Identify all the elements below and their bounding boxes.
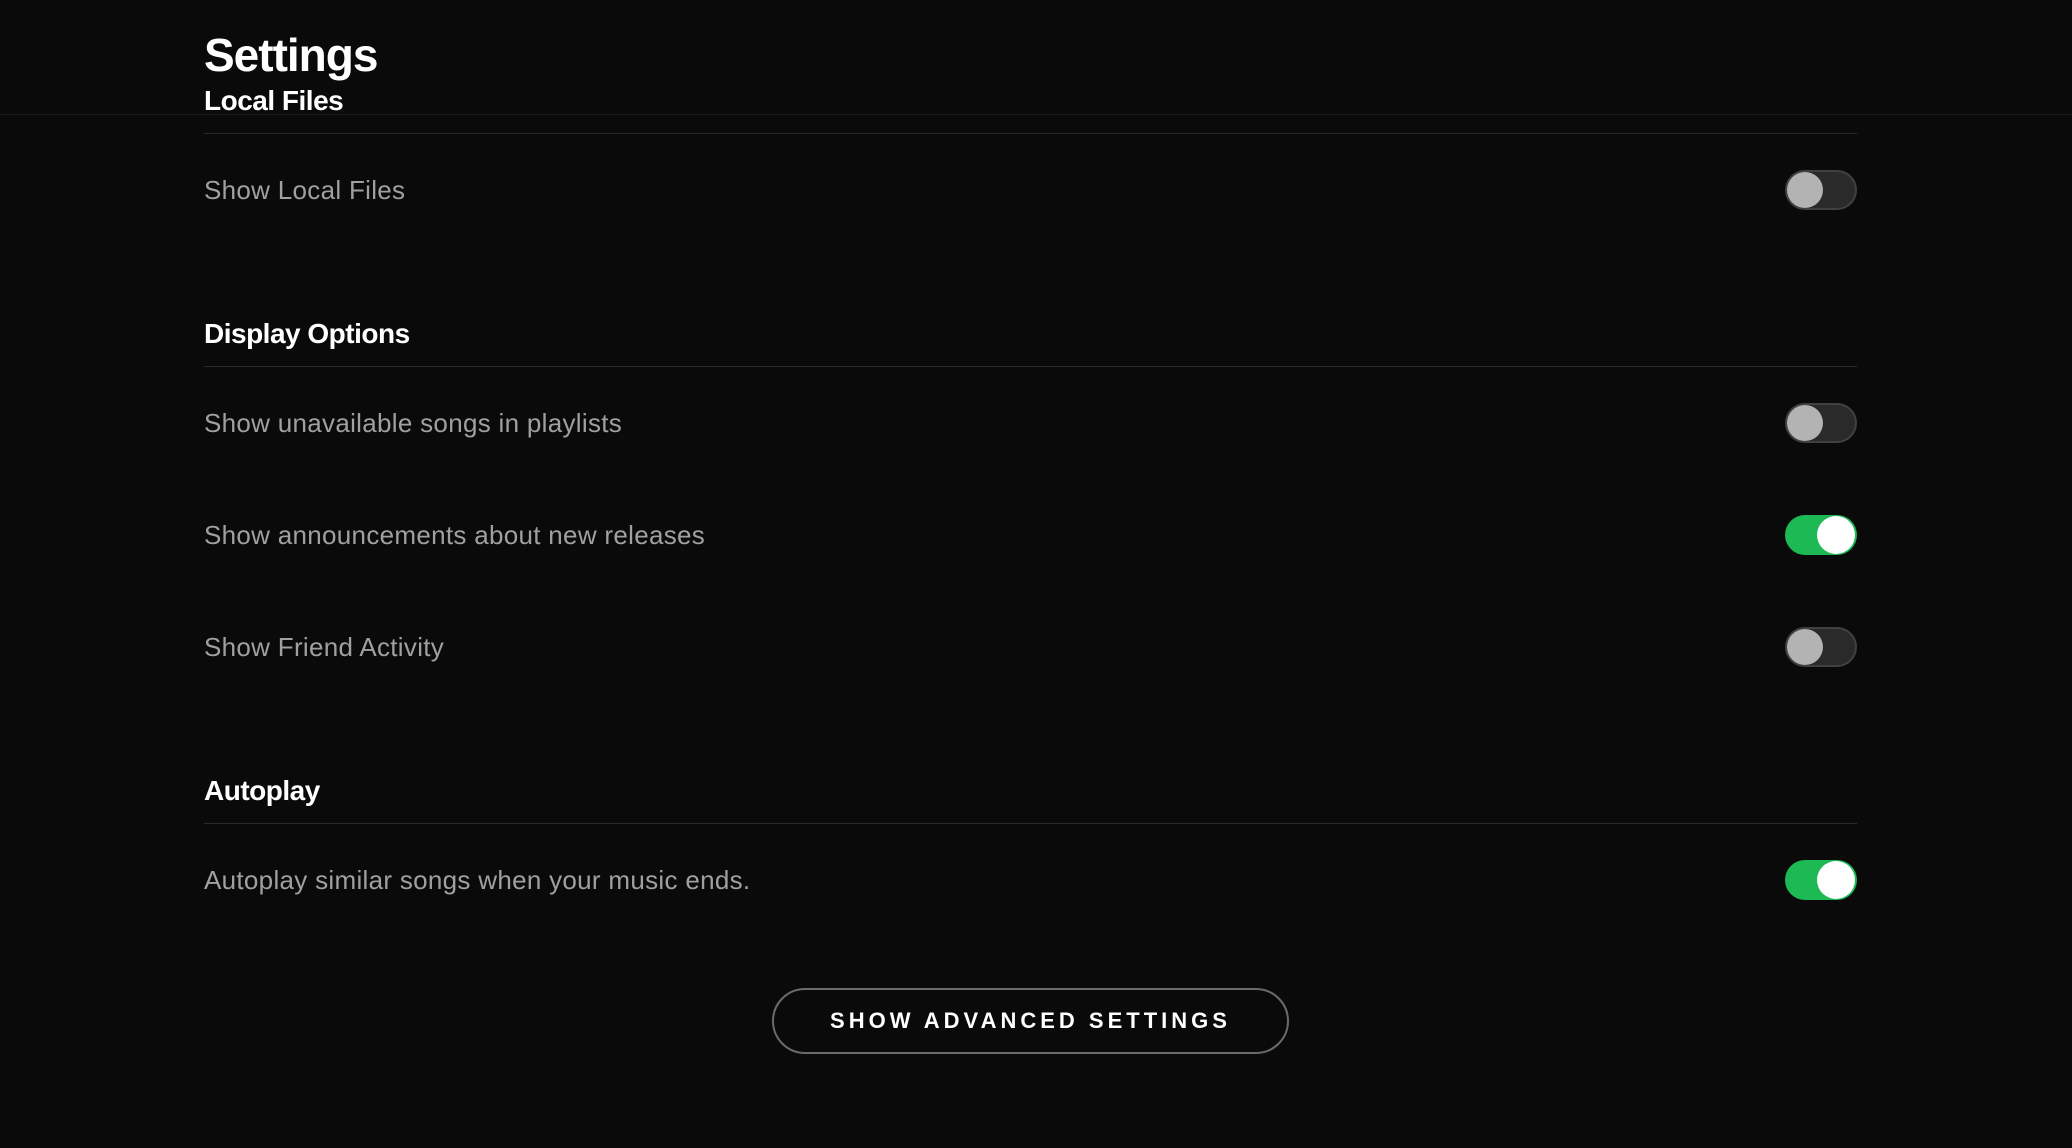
autoplay-similar-label: Autoplay similar songs when your music e… bbox=[204, 865, 750, 896]
autoplay-similar-toggle[interactable] bbox=[1785, 860, 1857, 900]
show-friend-activity-toggle[interactable] bbox=[1785, 627, 1857, 667]
autoplay-section-title: Autoplay bbox=[204, 775, 1857, 824]
display-options-section-title: Display Options bbox=[204, 318, 1857, 367]
page-title: Settings bbox=[204, 28, 2072, 82]
toggle-knob bbox=[1817, 861, 1855, 899]
toggle-knob bbox=[1787, 405, 1823, 441]
toggle-knob bbox=[1787, 172, 1823, 208]
toggle-knob bbox=[1787, 629, 1823, 665]
show-local-files-row: Show Local Files bbox=[204, 134, 1857, 246]
show-friend-activity-row: Show Friend Activity bbox=[204, 591, 1857, 703]
local-files-section: Local Files Show Local Files bbox=[204, 85, 1857, 246]
autoplay-section: Autoplay Autoplay similar songs when you… bbox=[204, 775, 1857, 936]
show-local-files-toggle[interactable] bbox=[1785, 170, 1857, 210]
show-unavailable-toggle[interactable] bbox=[1785, 403, 1857, 443]
toggle-knob bbox=[1817, 516, 1855, 554]
show-advanced-settings-button[interactable]: SHOW ADVANCED SETTINGS bbox=[772, 988, 1289, 1054]
autoplay-similar-row: Autoplay similar songs when your music e… bbox=[204, 824, 1857, 936]
display-options-section: Display Options Show unavailable songs i… bbox=[204, 318, 1857, 703]
show-local-files-label: Show Local Files bbox=[204, 175, 405, 206]
show-announcements-row: Show announcements about new releases bbox=[204, 479, 1857, 591]
advanced-button-container: SHOW ADVANCED SETTINGS bbox=[204, 988, 1857, 1054]
show-announcements-label: Show announcements about new releases bbox=[204, 520, 705, 551]
show-unavailable-row: Show unavailable songs in playlists bbox=[204, 367, 1857, 479]
show-announcements-toggle[interactable] bbox=[1785, 515, 1857, 555]
show-unavailable-label: Show unavailable songs in playlists bbox=[204, 408, 622, 439]
settings-content: Local Files Show Local Files Display Opt… bbox=[0, 85, 2072, 1054]
show-friend-activity-label: Show Friend Activity bbox=[204, 632, 444, 663]
local-files-section-title: Local Files bbox=[204, 85, 1857, 134]
